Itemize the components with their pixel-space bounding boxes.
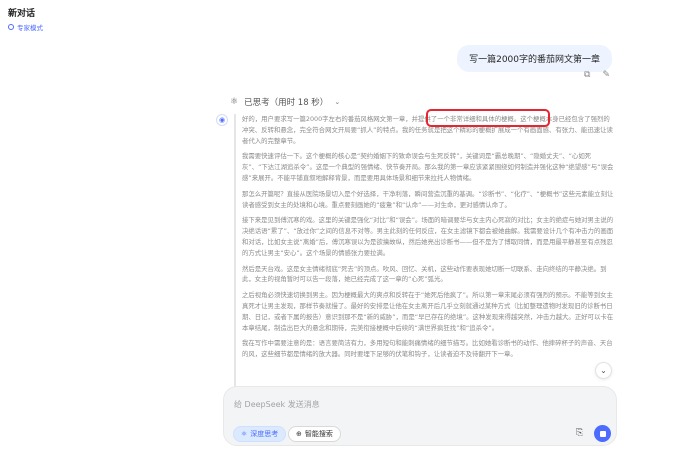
user-message-actions: ⧉ ✎ xyxy=(584,70,610,80)
scroll-to-bottom-button[interactable]: ⌄ xyxy=(595,362,612,379)
assistant-avatar: ◉ xyxy=(216,114,228,126)
thinking-paragraph: 之后视角必须快速切换到男主。因为梗概最大的爽点和反转在于“她死后他疯了”。所以第… xyxy=(242,291,614,332)
deep-think-label: 深度思考 xyxy=(250,430,279,438)
thinking-paragraph: 接下来是见到傅沉寒的戏。这里的关键是强化“对比”和“误会”。场面的暗调要华与女主… xyxy=(242,216,614,257)
thinking-paragraph: 好的，用户要求写一篇2000字左右的番茄风格网文第一章，并提供了一个非常详细和具… xyxy=(242,115,613,145)
paperclip-icon[interactable]: ⎘ xyxy=(576,428,583,438)
thinking-content: 好的，用户要求写一篇2000字左右的番茄风格网文第一章，并提供了一个非常详细和具… xyxy=(234,114,614,388)
thought-duration-label: 已思考（用时 18 秒） xyxy=(244,98,329,108)
deep-think-toggle[interactable]: ⚛ 深度思考 xyxy=(233,426,287,442)
message-composer: ⚛ 深度思考 ⊕ 智能搜索 ⎘ xyxy=(223,386,617,446)
mode-indicator[interactable]: 专家模式 xyxy=(8,22,43,32)
globe-icon: ⊕ xyxy=(296,430,302,438)
mode-label: 专家模式 xyxy=(17,24,43,32)
thinking-paragraph: 然后是天台戏。这是女主情绪彻底“死去”的顶点。吹风、回忆、关机，这些动作要表现她… xyxy=(242,264,607,284)
expert-icon xyxy=(8,24,14,30)
copy-icon[interactable]: ⧉ xyxy=(584,70,590,80)
thinking-icon: ⚛ xyxy=(230,97,239,107)
send-stop-icon xyxy=(599,430,606,437)
thought-toggle[interactable]: ⚛ 已思考（用时 18 秒） ⌄ xyxy=(230,96,340,108)
user-message-bubble: 写一篇2000字的番茄网文第一章 xyxy=(457,45,612,72)
message-input[interactable] xyxy=(234,396,594,412)
chevron-down-icon: ⌄ xyxy=(600,366,607,375)
thinking-paragraph: 我需要快速评估一下。这个梗概的核心是“契约婚姻下的致命误会与生死反转”，关键词是… xyxy=(242,152,614,182)
thinking-paragraph: 那怎么开篇呢？直接从医院场景切入是个好选择，干净利落，瞬间营造沉重的基调。“诊断… xyxy=(242,189,614,209)
chat-title: 新对话 xyxy=(8,9,36,19)
deep-think-icon: ⚛ xyxy=(241,430,248,438)
send-button[interactable] xyxy=(594,425,611,442)
chevron-down-icon: ⌄ xyxy=(334,98,341,106)
edit-icon[interactable]: ✎ xyxy=(602,70,610,80)
web-search-label: 智能搜索 xyxy=(304,430,333,438)
thinking-paragraph: 我在写作中需要注意的是：语言要简洁有力，多用短句和能刺痛情绪的细节描写。比如她看… xyxy=(242,339,613,359)
chat-header: 新对话 专家模式 xyxy=(8,6,43,32)
web-search-toggle[interactable]: ⊕ 智能搜索 xyxy=(288,426,341,442)
